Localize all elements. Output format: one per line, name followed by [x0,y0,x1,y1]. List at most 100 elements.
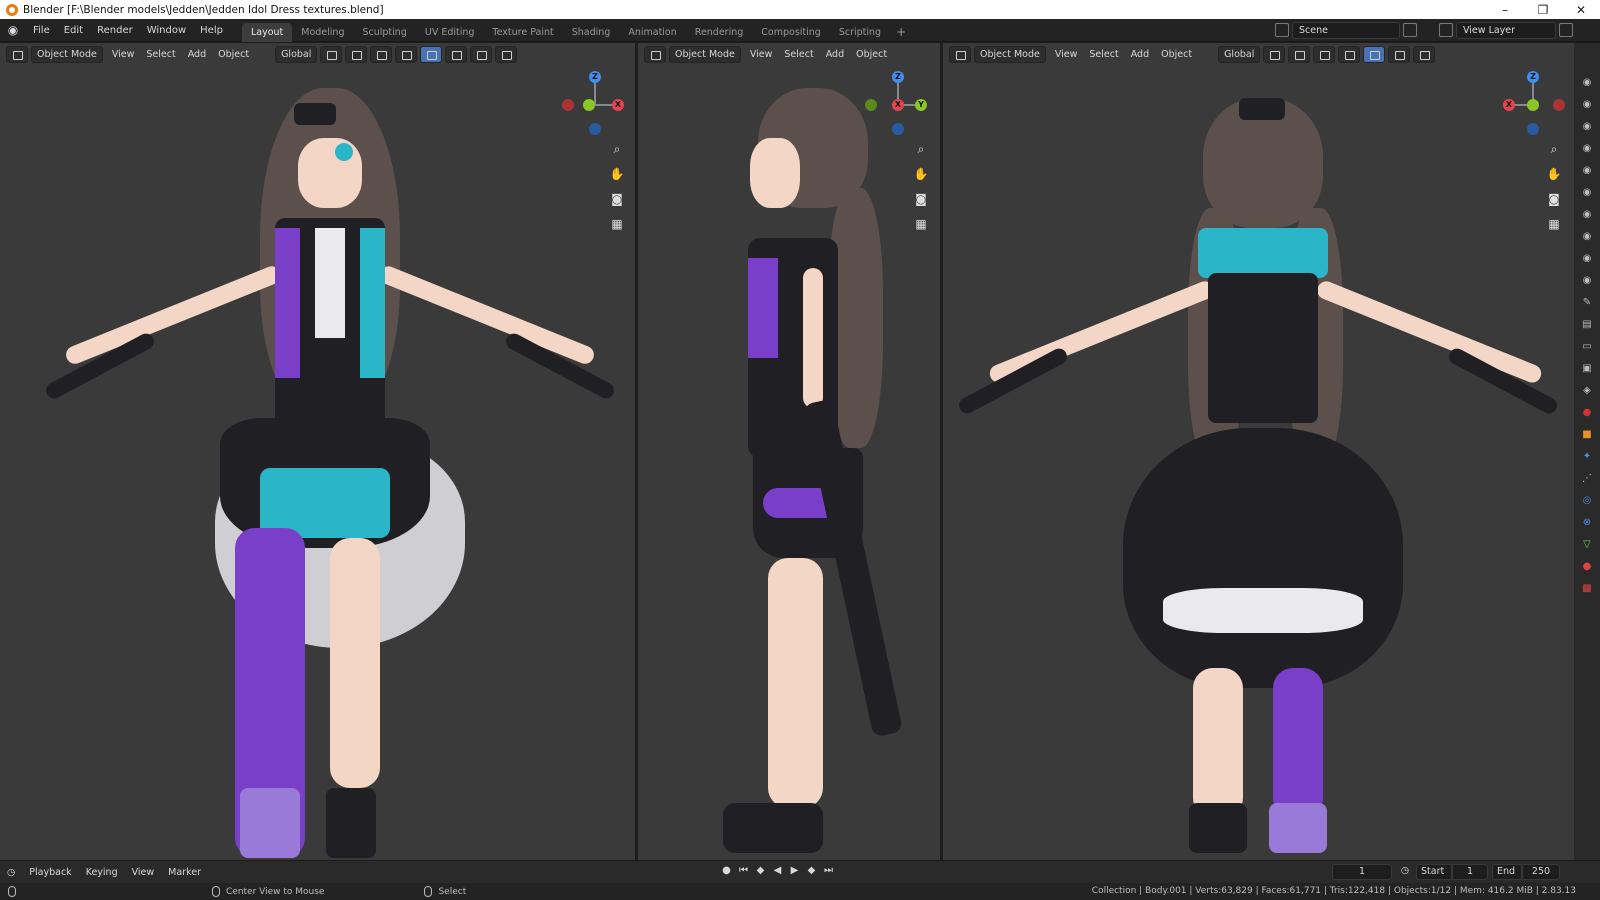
menu-object[interactable]: Object [850,49,893,60]
tab-texture-paint[interactable]: Texture Paint [483,23,562,42]
menu-keying[interactable]: Keying [79,867,125,878]
menu-view[interactable]: View [744,49,779,60]
record-button-icon[interactable]: ● [718,865,735,876]
scene-name-field[interactable]: Scene [1292,21,1400,39]
overlay-icon[interactable] [445,45,468,63]
pan-hand-icon[interactable]: ✋ [910,163,932,185]
menu-select[interactable]: Select [778,49,819,60]
menu-object[interactable]: Object [212,49,255,60]
camera-view-icon[interactable]: ◙ [910,188,932,210]
eye-icon[interactable]: ◉ [1579,118,1595,134]
orientation-dropdown[interactable]: Global [1218,45,1261,63]
mode-dropdown[interactable]: Object Mode [974,45,1046,63]
menu-window[interactable]: Window [140,19,193,42]
menu-edit[interactable]: Edit [57,19,90,42]
restore-button[interactable]: ❐ [1524,3,1562,17]
ortho-grid-icon[interactable]: ▦ [910,213,932,235]
eye-icon[interactable]: ◉ [1579,140,1595,156]
tab-sculpting[interactable]: Sculpting [353,23,415,42]
world-properties-icon[interactable]: ● [1579,404,1595,420]
modifier-properties-icon[interactable]: ✦ [1579,448,1595,464]
new-view-layer-icon[interactable] [1559,23,1573,37]
overlay-icon[interactable] [1388,45,1411,63]
gizmo-toggle-icon[interactable] [1363,45,1386,63]
tab-uv-editing[interactable]: UV Editing [416,23,484,42]
tab-layout[interactable]: Layout [241,22,293,42]
end-frame-field[interactable]: 250 [1522,864,1560,880]
pivot-icon[interactable] [1263,45,1286,63]
menu-add[interactable]: Add [1125,49,1155,60]
tool-properties-icon[interactable]: ✎ [1579,294,1595,310]
timeline-editor-icon[interactable]: ◷ [0,867,22,878]
jump-start-icon[interactable]: ⏮ [735,865,752,876]
xray-icon[interactable] [1413,45,1436,63]
shading-wire-icon[interactable] [495,45,518,63]
view-layer-field[interactable]: View Layer [1456,21,1556,39]
render-properties-icon[interactable]: ▤ [1579,316,1595,332]
visibility-icon[interactable] [1338,45,1361,63]
menu-add[interactable]: Add [820,49,850,60]
constraint-properties-icon[interactable]: ⊗ [1579,514,1595,530]
scene-properties-icon[interactable]: ◈ [1579,382,1595,398]
menu-marker[interactable]: Marker [161,867,208,878]
proportional-edit-icon[interactable] [1313,45,1336,63]
clock-icon[interactable]: ◷ [1398,864,1412,880]
snap-icon[interactable] [345,45,368,63]
menu-file[interactable]: File [26,19,57,42]
tab-shading[interactable]: Shading [563,23,620,42]
next-keyframe-icon[interactable]: ◆ [803,865,820,876]
menu-add[interactable]: Add [182,49,212,60]
menu-view[interactable]: View [106,49,141,60]
menu-object[interactable]: Object [1155,49,1198,60]
gizmo-y-axis[interactable]: Y [915,99,927,111]
pivot-icon[interactable] [320,45,343,63]
scene-icon[interactable] [1275,23,1289,37]
add-workspace-button[interactable]: + [890,23,912,42]
menu-help[interactable]: Help [193,19,230,42]
snap-icon[interactable] [1288,45,1311,63]
eye-icon[interactable]: ◉ [1579,74,1595,90]
tab-rendering[interactable]: Rendering [686,23,753,42]
proportional-edit-icon[interactable] [370,45,393,63]
zoom-icon[interactable]: ⌕ [910,138,932,160]
close-button[interactable]: ✕ [1562,3,1600,17]
eye-icon[interactable]: ◉ [1579,96,1595,112]
start-frame-field[interactable]: 1 [1452,864,1488,880]
gizmo-toggle-icon[interactable] [420,45,443,63]
tab-compositing[interactable]: Compositing [752,23,830,42]
viewport-side[interactable]: Object Mode View Select Add Object Z Y X… [638,43,940,860]
view-layer-properties-icon[interactable]: ▣ [1579,360,1595,376]
texture-properties-icon[interactable]: ▩ [1579,580,1595,596]
minimize-button[interactable]: – [1486,3,1524,17]
orientation-dropdown[interactable]: Global [275,45,318,63]
data-properties-icon[interactable]: ▽ [1579,536,1595,552]
visibility-icon[interactable] [395,45,418,63]
editor-type-icon[interactable] [644,45,666,63]
menu-playback[interactable]: Playback [22,867,78,878]
viewport-front[interactable]: Object Mode View Select Add Object Globa… [0,43,635,860]
view-layer-icon[interactable] [1439,23,1453,37]
physics-properties-icon[interactable]: ◎ [1579,492,1595,508]
eye-icon[interactable]: ◉ [1579,272,1595,288]
gizmo-neg-x-axis[interactable] [1553,99,1565,111]
menu-render[interactable]: Render [90,19,140,42]
current-frame-field[interactable]: 1 [1332,864,1392,880]
tab-scripting[interactable]: Scripting [830,23,890,42]
eye-icon[interactable]: ◉ [1579,228,1595,244]
object-properties-icon[interactable]: ■ [1579,426,1595,442]
xray-icon[interactable] [470,45,493,63]
mode-dropdown[interactable]: Object Mode [31,45,103,63]
output-properties-icon[interactable]: ▭ [1579,338,1595,354]
menu-timeline-view[interactable]: View [125,867,162,878]
tab-animation[interactable]: Animation [619,23,685,42]
particle-properties-icon[interactable]: ⋰ [1579,470,1595,486]
editor-type-icon[interactable] [6,45,28,63]
play-icon[interactable]: ▶ [786,865,803,876]
editor-type-icon[interactable] [949,45,971,63]
tab-modeling[interactable]: Modeling [292,23,353,42]
eye-icon[interactable]: ◉ [1579,206,1595,222]
menu-select[interactable]: Select [1083,49,1124,60]
material-properties-icon[interactable]: ● [1579,558,1595,574]
eye-icon[interactable]: ◉ [1579,250,1595,266]
play-reverse-icon[interactable]: ◀ [769,865,786,876]
